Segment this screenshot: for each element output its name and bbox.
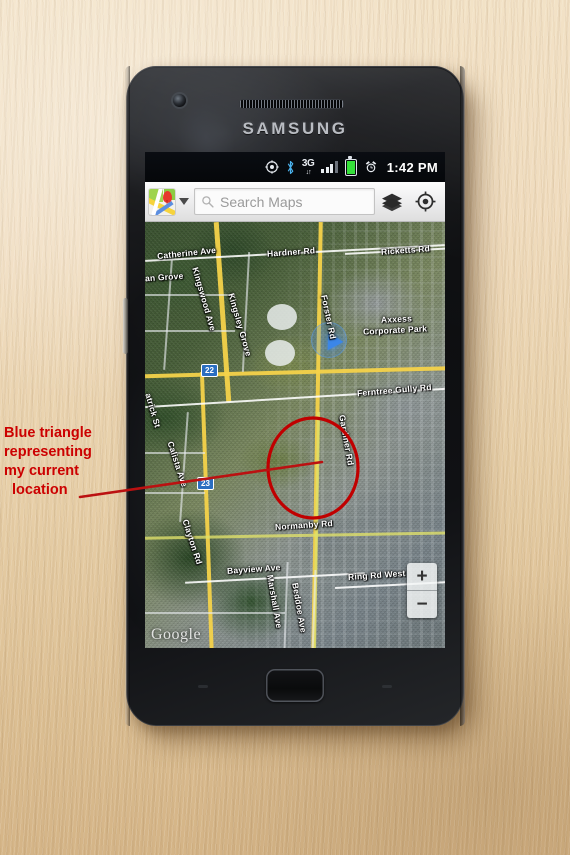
water-tank-1 xyxy=(267,304,297,330)
road-minor-1 xyxy=(145,294,235,296)
back-capacitive-key[interactable] xyxy=(382,685,392,688)
home-button[interactable] xyxy=(266,669,324,702)
phone-left-edge xyxy=(125,66,130,726)
search-icon xyxy=(202,196,214,208)
status-bar-clock: 1:42 PM xyxy=(386,159,438,175)
layers-button[interactable] xyxy=(375,185,409,219)
my-location-button[interactable] xyxy=(409,185,441,219)
earpiece-mesh xyxy=(240,100,343,108)
my-location-icon xyxy=(415,191,435,212)
road-minor-4 xyxy=(145,492,205,494)
map-zoom-controls[interactable]: + − xyxy=(407,563,437,618)
google-maps-icon[interactable] xyxy=(149,188,175,215)
battery-icon xyxy=(344,156,357,176)
google-watermark: Google xyxy=(151,626,202,643)
search-placeholder-text: Search Maps xyxy=(220,193,303,210)
brand-logo: SAMSUNG xyxy=(242,119,348,138)
alarm-clock-icon xyxy=(364,160,378,174)
maps-dropdown-caret-icon[interactable] xyxy=(179,198,189,205)
zoom-out-button[interactable]: − xyxy=(407,591,437,618)
smartphone-body: SAMSUNG 3G ↓↑ 1:42 PM Search Maps Cather… xyxy=(123,66,465,726)
bluetooth-icon xyxy=(286,160,295,175)
menu-capacitive-key[interactable] xyxy=(198,685,208,688)
phone-right-edge xyxy=(460,66,465,726)
earpiece-speaker xyxy=(239,99,344,109)
zoom-in-button[interactable]: + xyxy=(407,563,437,591)
annotation-line: location xyxy=(12,482,68,499)
map-canvas[interactable]: Catherine Ave an Grove Hardner Rd Ricketts … xyxy=(145,222,445,648)
water-tank-2 xyxy=(265,340,295,366)
volume-button[interactable] xyxy=(123,298,128,354)
route-shield: 23 xyxy=(197,477,214,490)
phone-screen[interactable]: 3G ↓↑ 1:42 PM Search Maps Catherine Ave … xyxy=(145,152,445,648)
annotation-line: representing xyxy=(4,444,92,461)
maps-icon-red-pin xyxy=(163,190,172,205)
annotation-line: my current xyxy=(4,463,79,480)
front-camera xyxy=(173,94,186,107)
google-maps-toolbar: Search Maps xyxy=(145,182,445,222)
layers-icon xyxy=(382,193,402,211)
android-status-bar: 3G ↓↑ 1:42 PM xyxy=(145,152,445,182)
road-minor-5 xyxy=(145,612,285,614)
map-label: Axxess xyxy=(380,313,413,325)
search-input[interactable]: Search Maps xyxy=(194,188,375,215)
route-shield: 22 xyxy=(201,364,218,377)
network-3g-icon: 3G ↓↑ xyxy=(301,157,315,176)
road-minor-2 xyxy=(145,330,235,332)
annotation-line: Blue triangle xyxy=(4,425,92,441)
gps-icon xyxy=(265,160,279,174)
annotation-caption: Blue triangle representing my current locat… xyxy=(4,424,122,501)
signal-bars-icon xyxy=(321,161,338,173)
